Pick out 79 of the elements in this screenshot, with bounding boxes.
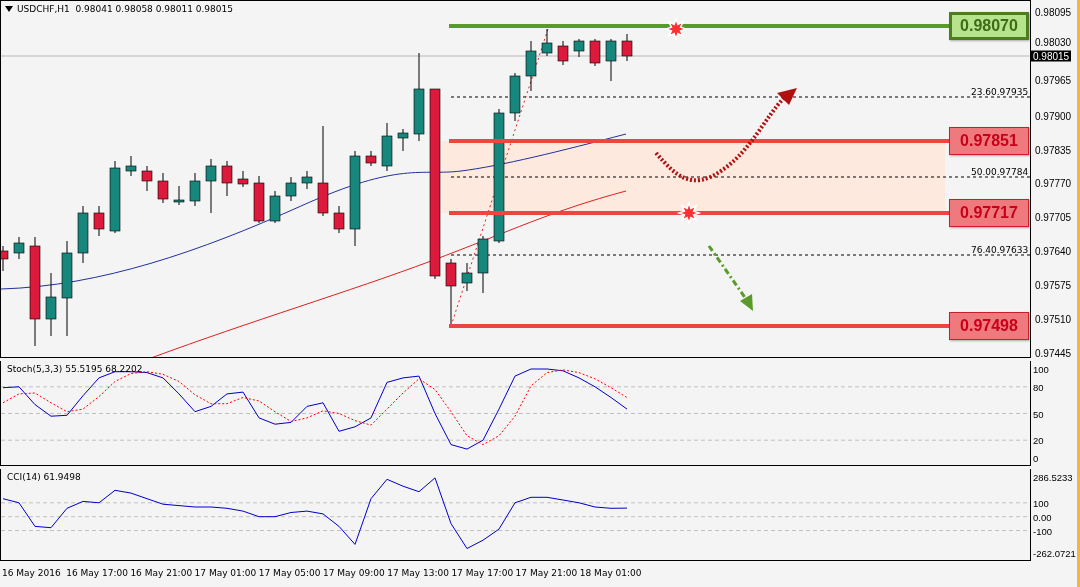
bearish-candle: [141, 165, 153, 192]
bullish-candle: [173, 185, 185, 206]
bullish-candle: [397, 128, 409, 152]
dropdown-icon[interactable]: [5, 6, 13, 12]
time-axis-label: 17 May 05:00: [258, 568, 321, 578]
indicator-axis-label: -100: [1033, 525, 1052, 536]
indicator-axis-label: 20: [1033, 434, 1044, 446]
bullish-candle: [205, 158, 217, 214]
price-axis-label: 0.98030: [1035, 36, 1072, 48]
fibonacci-ratio: 76.4: [971, 245, 992, 255]
bearish-candle: [237, 170, 249, 188]
price-axis-label: 0.97575: [1035, 279, 1072, 291]
price-axis-label: 0.98095: [1035, 6, 1072, 18]
time-axis-label: 17 May 13:00: [387, 568, 449, 578]
bearish-candle: [93, 205, 105, 237]
indicator-axis-label: 80: [1033, 381, 1044, 393]
bullish-candle: [269, 190, 281, 224]
down-arrow: [707, 245, 753, 311]
bullish-candle: [509, 72, 521, 122]
bearish-candle: [333, 205, 345, 234]
time-axis-label: 18 May 01:00: [579, 568, 642, 578]
bearish-candle: [445, 258, 457, 327]
fibonacci-ratio: 23.6: [971, 87, 992, 97]
starburst-icon: [676, 200, 702, 226]
bearish-candle: [589, 38, 601, 67]
price-axis-label: 0.97965: [1035, 74, 1072, 86]
time-axis-label: 17 May 21:00: [515, 568, 578, 578]
bearish-candle: [157, 172, 169, 204]
indicator-axis-label: 0: [1033, 452, 1039, 464]
bearish-candle: [221, 160, 233, 197]
price-axis-label: 0.97835: [1035, 144, 1072, 156]
bullish-candle: [45, 272, 57, 337]
bullish-candle: [573, 38, 585, 58]
time-axis-label: 17 May 09:00: [323, 568, 385, 578]
bullish-candle: [541, 28, 553, 57]
time-axis-label: 16 May 21:00: [130, 568, 193, 578]
fibonacci-price: 0.97784: [991, 167, 1029, 177]
bearish-candle: [253, 175, 265, 224]
bullish-candle: [381, 122, 393, 172]
symbol-header: USDCHF,H1 0.98041 0.98058 0.98011 0.98015: [17, 4, 233, 14]
starburst-icon: [663, 16, 689, 42]
bullish-candle: [13, 236, 25, 260]
bullish-candle: [125, 155, 137, 177]
indicator-title: CCI(14) 61.9498: [7, 472, 81, 482]
bearish-candle: [365, 150, 377, 167]
bearish-candle: [557, 40, 569, 66]
price-axis-label: 0.97640: [1035, 245, 1072, 257]
fibonacci-price: 0.97935: [991, 87, 1029, 97]
bullish-candle: [285, 176, 297, 202]
fibonacci-ratio: 50.0: [971, 167, 992, 177]
indicator-axis-label: 100: [1033, 363, 1049, 375]
bullish-candle: [301, 170, 313, 190]
time-axis-label: 16 May 2016: [2, 568, 61, 578]
time-axis-label: 17 May 01:00: [194, 568, 257, 578]
indicator-axis-label: -262.0721: [1033, 547, 1076, 559]
bullish-candle: [189, 172, 201, 207]
indicator-axis-label: 50: [1033, 408, 1044, 419]
price-level-label: 0.97717: [949, 199, 1029, 227]
fibonacci-price: 0.97633: [991, 245, 1029, 255]
price-axis-label: 0.97900: [1035, 110, 1072, 122]
price-axis-label: 0.97705: [1035, 211, 1072, 223]
time-axis-label: 17 May 17:00: [451, 568, 514, 578]
indicator-axis-label: 100: [1033, 497, 1049, 509]
current-price-tag: 0.98015: [1031, 50, 1072, 62]
bullish-candle: [605, 38, 617, 82]
indicator-axis-label: 286.5233: [1033, 471, 1073, 483]
indicator-axis-label: 0.00: [1033, 511, 1052, 523]
price-level-label: 0.97851: [949, 127, 1029, 155]
bullish-candle: [525, 40, 537, 92]
bullish-candle: [477, 235, 489, 294]
price-axis-label: 0.97445: [1035, 347, 1072, 359]
price-level-label: 0.97498: [949, 312, 1029, 340]
time-axis-label: 16 May 17:00: [66, 568, 128, 578]
bearish-candle: [621, 33, 633, 62]
bullish-candle: [77, 205, 89, 264]
price-axis-label: 0.97510: [1035, 313, 1072, 325]
price-axis-label: 0.97770: [1035, 177, 1072, 189]
bullish-candle: [461, 262, 473, 292]
price-level-label: 0.98070: [949, 12, 1029, 40]
